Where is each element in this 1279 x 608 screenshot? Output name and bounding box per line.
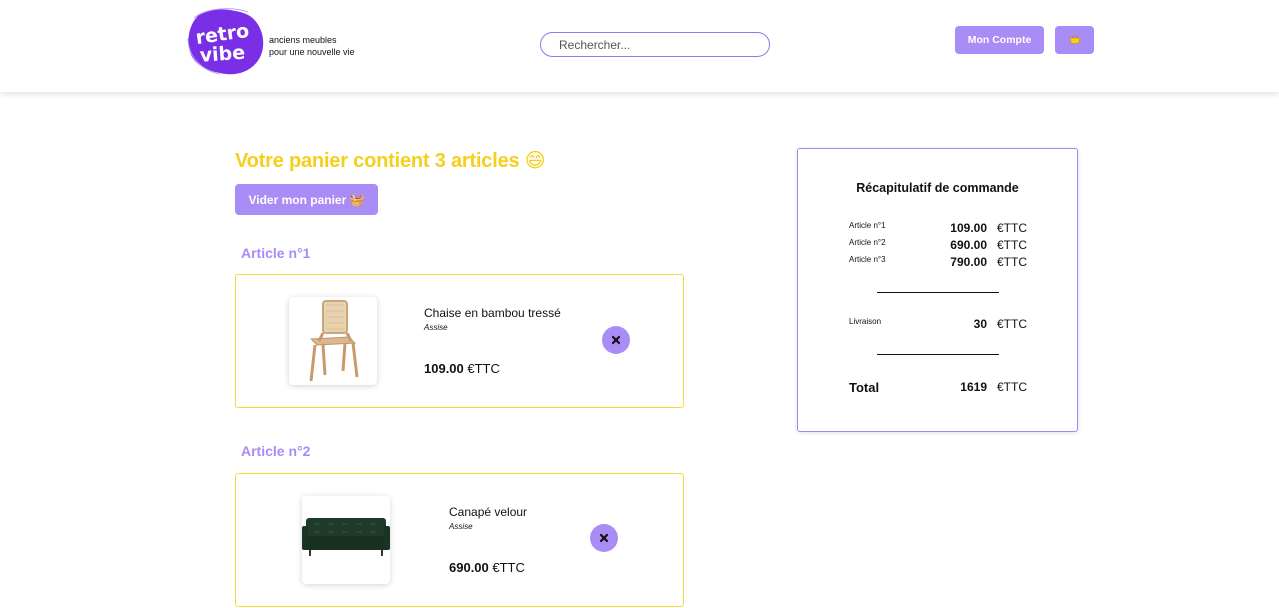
article-heading: Article n°2 [241,443,311,459]
order-summary: Récapitulatif de commande Article n°1 10… [797,148,1078,432]
summary-item-label: Article n°2 [849,238,886,247]
remove-article-button[interactable] [590,524,618,552]
close-icon [611,333,621,348]
cart-title: Votre panier contient 3 articles 😄 [235,150,546,172]
summary-item-unit: €TTC [997,221,1027,235]
product-price: 690.00 €TTC [449,560,525,575]
remove-article-button[interactable] [602,326,630,354]
tagline-line-2: pour une nouvelle vie [269,47,355,57]
summary-item-value: 690.00 [950,238,987,252]
product-price-unit: €TTC [467,361,500,376]
summary-item-value: 790.00 [950,255,987,269]
product-category: Assise [449,522,473,531]
tagline: anciens meubles pour une nouvelle vie [269,34,355,58]
summary-item-value: 109.00 [950,221,987,235]
summary-item-label: Article n°3 [849,255,886,264]
product-price-value: 109.00 [424,361,464,376]
summary-divider [877,292,999,293]
product-name: Chaise en bambou tressé [424,306,561,320]
retro-vibe-logo[interactable]: retro vibe [186,8,266,76]
article-heading: Article n°1 [241,245,311,261]
empty-cart-button[interactable]: Vider mon panier 🧺 [235,184,378,215]
basket-icon [1069,34,1081,47]
product-name: Canapé velour [449,505,528,519]
total-unit: €TTC [997,380,1027,394]
article-card: Chaise en bambou tressé Assise 109.00 €T… [235,274,684,408]
summary-item-unit: €TTC [997,238,1027,252]
shipping-value: 30 [973,317,987,331]
cart-button[interactable] [1055,26,1094,54]
summary-title: Récapitulatif de commande [856,181,1019,195]
article-card: Canapé velour Assise 690.00 €TTC [235,473,684,607]
my-account-button[interactable]: Mon Compte [955,26,1044,54]
chair-image [289,297,377,385]
total-label: Total [849,380,880,395]
summary-item-label: Article n°1 [849,221,886,230]
summary-divider [877,354,999,355]
product-category: Assise [424,323,448,332]
close-icon [599,531,609,546]
shipping-label: Livraison [849,317,882,326]
tagline-line-1: anciens meubles [269,35,337,45]
total-value: 1619 [960,380,987,394]
site-header: retro vibe anciens meubles pour une nouv… [0,0,1279,92]
shipping-unit: €TTC [997,317,1027,331]
product-price-unit: €TTC [492,560,525,575]
search-input[interactable] [540,32,770,57]
sofa-image [302,496,390,584]
summary-item-unit: €TTC [997,255,1027,269]
product-price: 109.00 €TTC [424,361,500,376]
product-price-value: 690.00 [449,560,489,575]
svg-text:vibe: vibe [199,42,246,67]
